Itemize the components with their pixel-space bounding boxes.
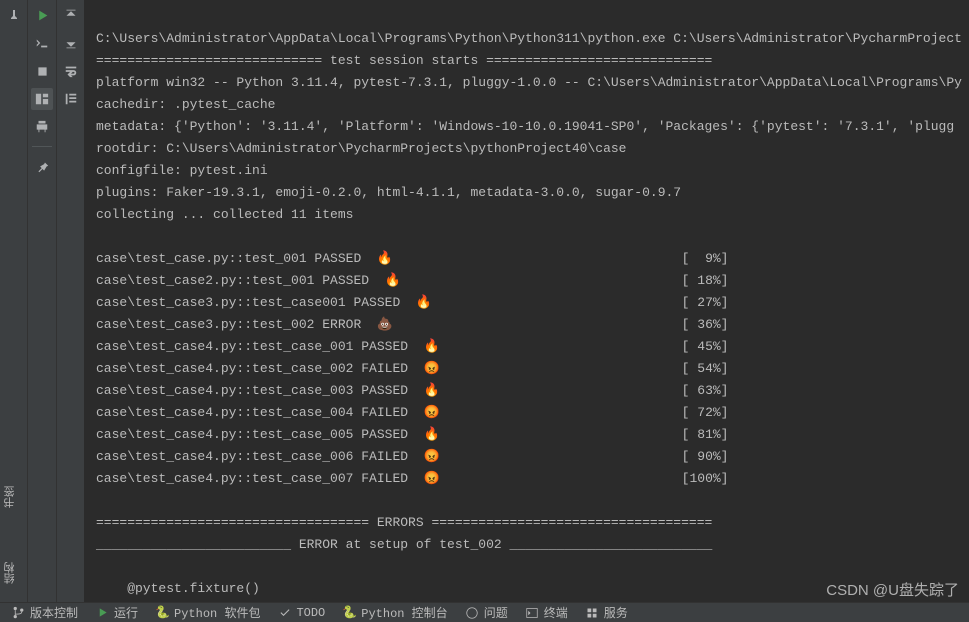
python-icon: 🐍 <box>343 606 356 619</box>
layout-button[interactable] <box>31 88 53 110</box>
pin-button[interactable] <box>31 155 53 177</box>
session-line: ============================= test sessi… <box>96 53 712 68</box>
test-result-line: case\test_case3.py::test_002 ERROR 💩 [ 3… <box>96 314 969 336</box>
configfile-line: configfile: pytest.ini <box>96 163 268 178</box>
structure-tab[interactable]: 结构 <box>0 550 22 596</box>
plugins-line: plugins: Faker-19.3.1, emoji-0.2.0, html… <box>96 185 681 200</box>
play-icon <box>96 606 109 619</box>
test-result-line: case\test_case4.py::test_case_004 FAILED… <box>96 402 969 424</box>
pin-icon[interactable] <box>6 8 22 24</box>
platform-line: platform win32 -- Python 3.11.4, pytest-… <box>96 75 962 90</box>
problems-label: 问题 <box>484 604 508 621</box>
services-tab[interactable]: 服务 <box>578 603 636 622</box>
check-icon <box>278 606 291 619</box>
test-result-line: case\test_case4.py::test_case_007 FAILED… <box>96 468 969 490</box>
test-result-line: case\test_case4.py::test_case_001 PASSED… <box>96 336 969 358</box>
console-label: Python 控制台 <box>361 604 447 621</box>
terminal-label: 终端 <box>544 604 568 621</box>
scroll-bottom-button[interactable] <box>60 32 82 54</box>
test-result-line: case\test_case4.py::test_case_002 FAILED… <box>96 358 969 380</box>
rootdir-line: rootdir: C:\Users\Administrator\PycharmP… <box>96 141 627 156</box>
soft-wrap-button[interactable] <box>60 60 82 82</box>
terminal-icon <box>526 606 539 619</box>
branch-icon <box>12 606 25 619</box>
test-result-line: case\test_case4.py::test_case_006 FAILED… <box>96 446 969 468</box>
pkg-tab[interactable]: 🐍 Python 软件包 <box>148 603 268 622</box>
run-tab[interactable]: 运行 <box>88 603 146 622</box>
cmd-line: C:\Users\Administrator\AppData\Local\Pro… <box>96 31 962 46</box>
scroll-to-end-button[interactable] <box>60 88 82 110</box>
cachedir-line: cachedir: .pytest_cache <box>96 97 275 112</box>
run-toolbar <box>28 0 56 602</box>
services-icon <box>586 606 599 619</box>
warning-icon <box>466 606 479 619</box>
problems-tab[interactable]: 问题 <box>458 603 516 622</box>
status-bar: 版本控制 运行 🐍 Python 软件包 TODO 🐍 Python 控制台 问… <box>0 602 969 622</box>
side-tabs: 书签 结构 <box>0 474 22 596</box>
print-button[interactable] <box>31 116 53 138</box>
vcs-label: 版本控制 <box>30 604 78 621</box>
test-result-line: case\test_case4.py::test_case_005 PASSED… <box>96 424 969 446</box>
test-result-line: case\test_case4.py::test_case_003 PASSED… <box>96 380 969 402</box>
collecting-line: collecting ... collected 11 items <box>96 207 353 222</box>
run-button[interactable] <box>31 4 53 26</box>
services-label: 服务 <box>604 604 628 621</box>
vcs-tab[interactable]: 版本控制 <box>4 603 86 622</box>
test-result-line: case\test_case.py::test_001 PASSED 🔥 [ 9… <box>96 248 969 270</box>
test-results: case\test_case.py::test_001 PASSED 🔥 [ 9… <box>96 248 969 490</box>
pkg-label: Python 软件包 <box>174 604 260 621</box>
run-label: 运行 <box>114 604 138 621</box>
stop-button[interactable] <box>31 60 53 82</box>
metadata-line: metadata: {'Python': '3.11.4', 'Platform… <box>96 119 954 134</box>
output-toolbar <box>56 0 84 602</box>
todo-label: TODO <box>296 606 325 620</box>
error-setup: _________________________ ERROR at setup… <box>96 537 712 552</box>
test-result-line: case\test_case2.py::test_001 PASSED 🔥 [ … <box>96 270 969 292</box>
scroll-top-button[interactable] <box>60 4 82 26</box>
todo-tab[interactable]: TODO <box>270 603 333 622</box>
test-result-line: case\test_case3.py::test_case001 PASSED … <box>96 292 969 314</box>
settings-button[interactable] <box>31 32 53 54</box>
errors-header: =================================== ERRO… <box>96 515 712 530</box>
bookmarks-tab[interactable]: 书签 <box>0 474 22 520</box>
console-output[interactable]: C:\Users\Administrator\AppData\Local\Pro… <box>84 0 969 602</box>
terminal-tab[interactable]: 终端 <box>518 603 576 622</box>
fixture-line: @pytest.fixture() <box>96 581 260 596</box>
python-icon: 🐍 <box>156 606 169 619</box>
console-tab[interactable]: 🐍 Python 控制台 <box>335 603 455 622</box>
